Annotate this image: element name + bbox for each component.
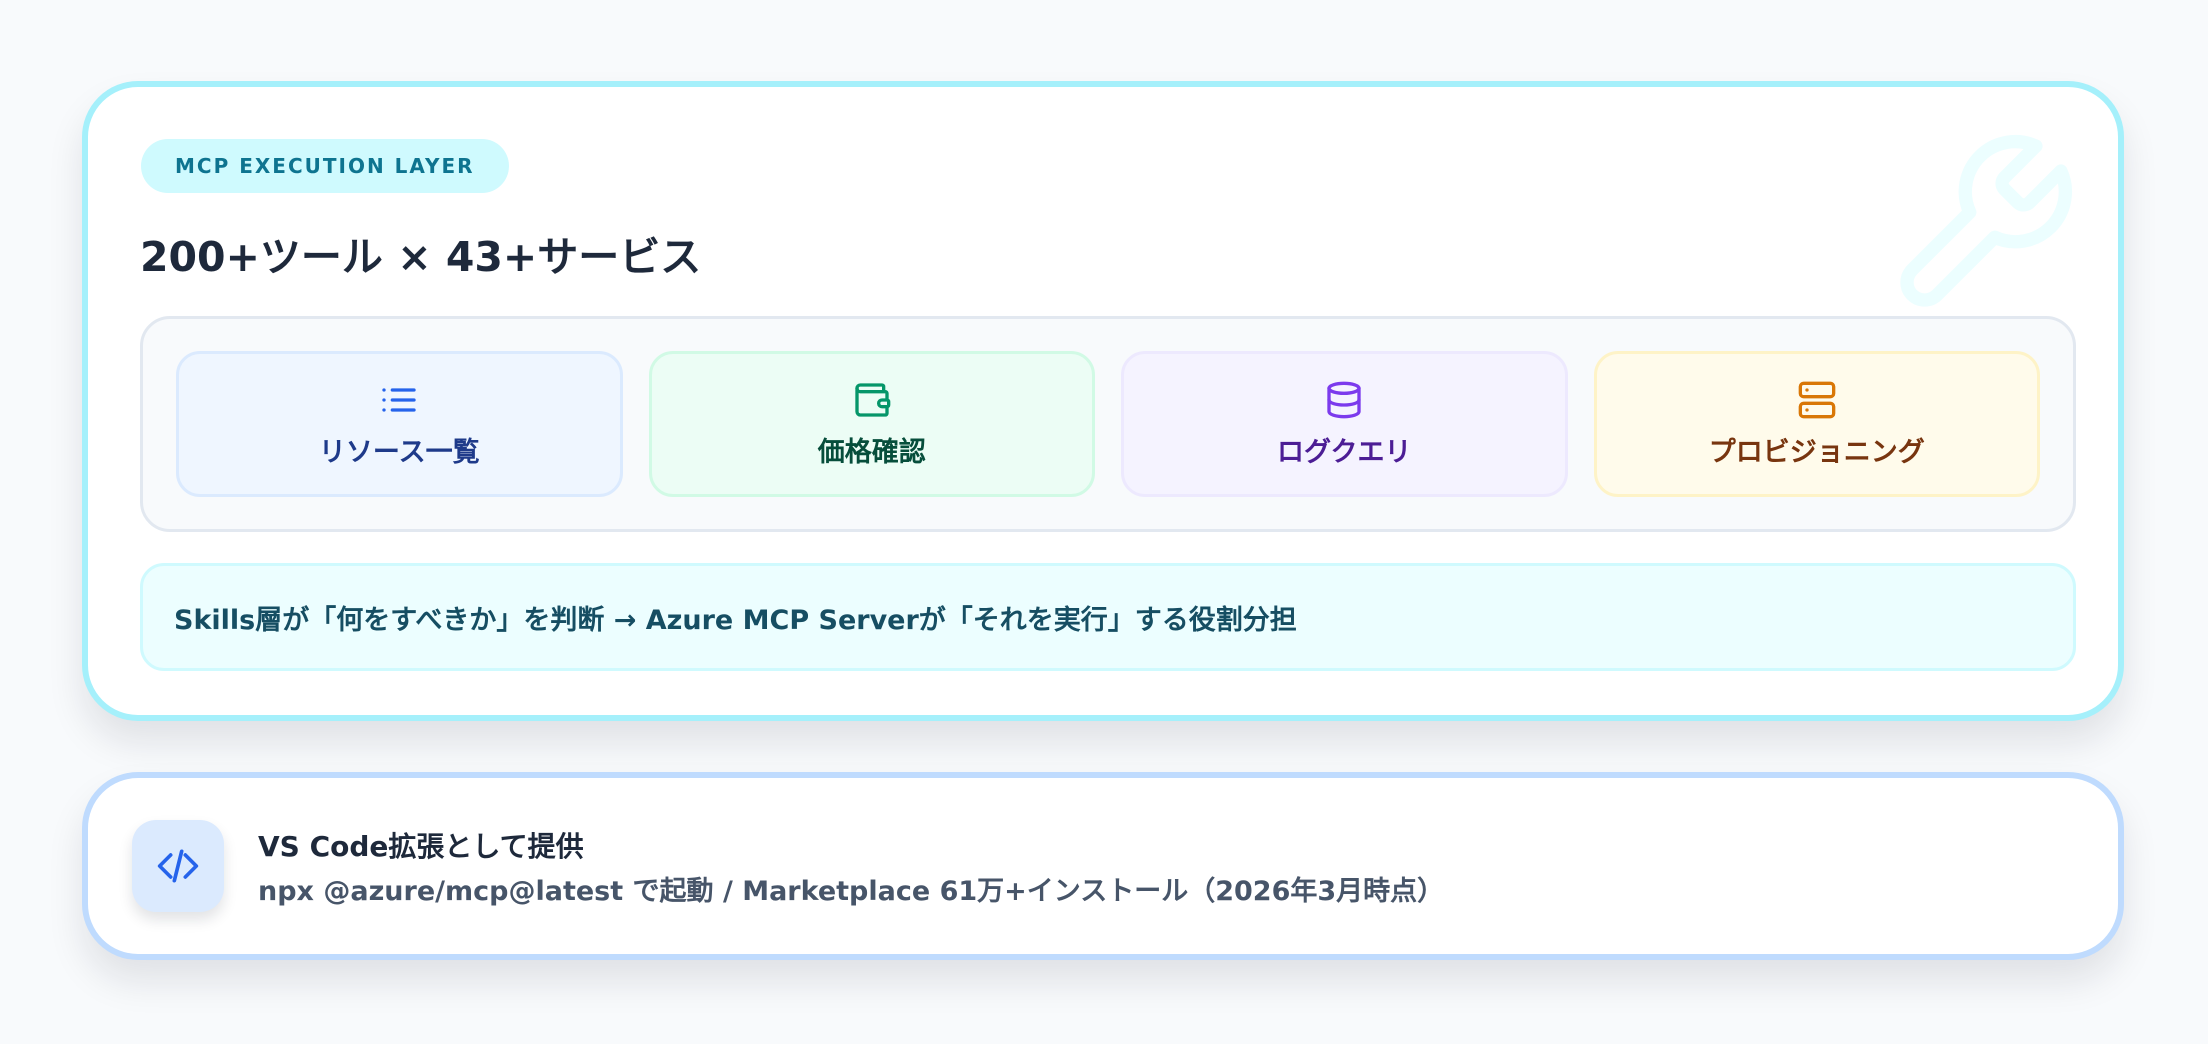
vscode-card: VS Code拡張として提供 npx @azure/mcp@latest で起動… — [82, 772, 2124, 960]
role-note: Skills層が「何をすべきか」を判断 → Azure MCP Serverが「… — [140, 563, 2076, 671]
tool-tile-price-check[interactable]: 価格確認 — [648, 351, 1095, 497]
server-icon — [1797, 380, 1837, 420]
vscode-title: VS Code拡張として提供 — [258, 829, 584, 863]
layer-badge: MCP EXECUTION LAYER — [141, 139, 509, 193]
tool-tile-resource-list[interactable]: リソース一覧 — [176, 351, 623, 497]
wallet-icon — [852, 380, 892, 420]
mcp-execution-card: MCP EXECUTION LAYER 200+ツール × 43+サービス リソ… — [82, 81, 2124, 721]
tool-tile-provisioning[interactable]: プロビジョニング — [1593, 351, 2040, 497]
list-icon — [379, 380, 419, 420]
tool-label: リソース一覧 — [318, 436, 480, 468]
vscode-text: VS Code拡張として提供 npx @azure/mcp@latest で起動… — [258, 825, 1444, 908]
wrench-icon — [1900, 135, 2072, 307]
tool-tile-log-query[interactable]: ログクエリ — [1121, 351, 1568, 497]
tool-label: プロビジョニング — [1708, 436, 1925, 468]
tool-label: 価格確認 — [817, 436, 926, 468]
code-icon-box — [132, 820, 224, 912]
code-icon — [157, 849, 199, 883]
vscode-subtitle: npx @azure/mcp@latest で起動 / Marketplace … — [258, 875, 1445, 907]
tools-panel: リソース一覧 価格確認 ログクエリ プロビジョニング — [140, 316, 2076, 532]
database-icon — [1324, 380, 1364, 420]
tool-label: ログクエリ — [1277, 436, 1412, 468]
page-title: 200+ツール × 43+サービス — [140, 233, 702, 281]
